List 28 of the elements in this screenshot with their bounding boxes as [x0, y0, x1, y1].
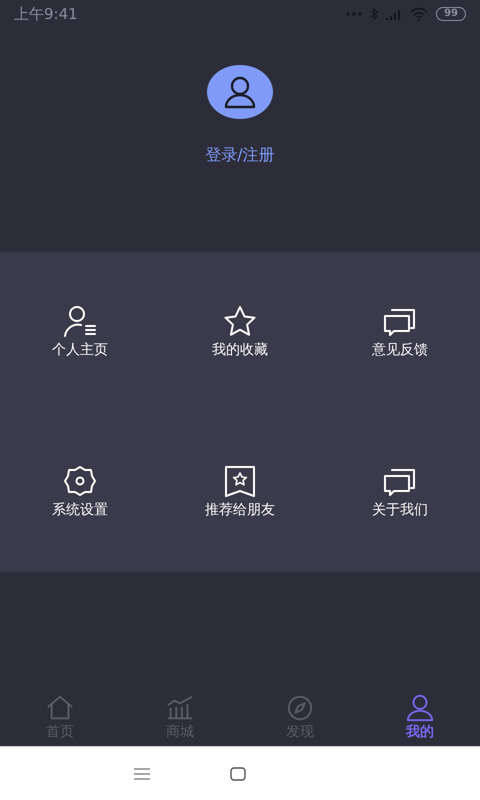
wifi-icon — [410, 8, 428, 20]
menu-icon[interactable] — [134, 768, 150, 780]
menu-label: 个人主页 — [52, 340, 108, 360]
menu-item[interactable]: 推荐给朋友 — [160, 412, 320, 572]
star-icon — [222, 304, 258, 338]
bookmark-star-icon — [222, 464, 258, 498]
gear-icon — [62, 464, 98, 498]
menu-label: 我的收藏 — [212, 340, 268, 360]
menu-label: 关于我们 — [372, 500, 428, 520]
menu-item[interactable]: 意见反馈 — [320, 252, 480, 412]
menu-label: 系统设置 — [52, 500, 108, 520]
home-icon — [45, 694, 75, 722]
home-square-icon[interactable] — [230, 766, 246, 780]
bar-chart-icon — [165, 694, 195, 722]
battery-icon: 99 — [436, 7, 466, 21]
compass-icon — [285, 694, 315, 722]
menu-item[interactable]: 个人主页 — [0, 252, 160, 412]
person-icon — [405, 694, 435, 722]
login-link[interactable]: 登录/注册 — [205, 143, 275, 167]
person-list-icon — [62, 304, 98, 338]
menu-item[interactable]: 我的收藏 — [160, 252, 320, 412]
menu-item[interactable]: 关于我们 — [320, 412, 480, 572]
status-time: 上午9:41 — [14, 4, 78, 25]
menu-label: 意见反馈 — [372, 340, 428, 360]
menu-item[interactable]: 系统设置 — [0, 412, 160, 572]
menu-label: 推荐给朋友 — [205, 500, 275, 520]
signal-icon — [386, 8, 402, 20]
bluetooth-icon — [370, 8, 378, 20]
